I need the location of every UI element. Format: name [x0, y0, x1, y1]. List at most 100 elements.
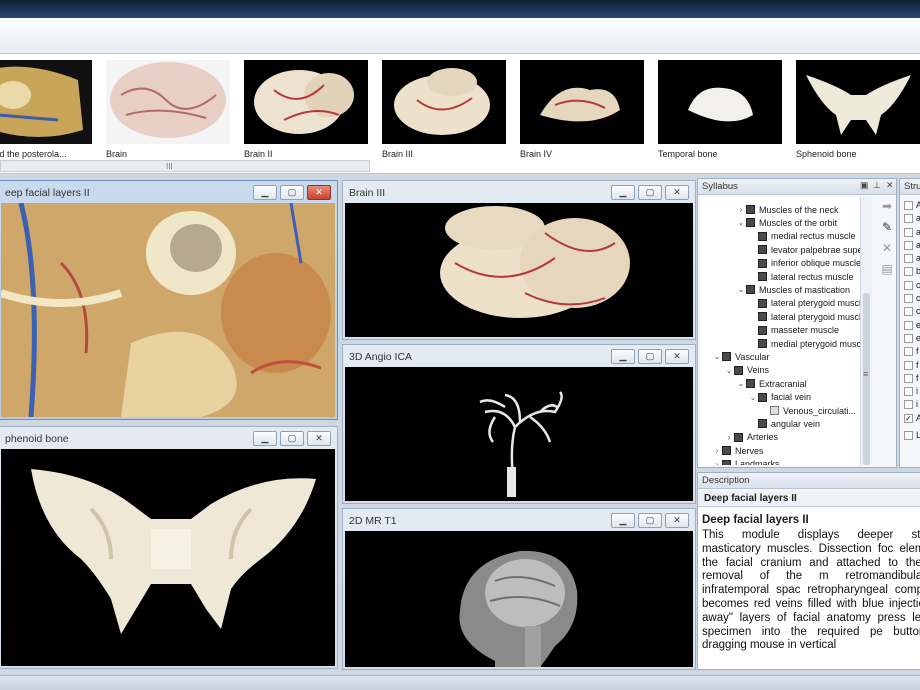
syllabus-tree[interactable]: › Muscles of the neck ⌄ Muscles of the orbi…	[700, 197, 872, 465]
close-button[interactable]: ✕	[665, 513, 689, 528]
chevron-down-icon[interactable]: ⌄	[736, 379, 746, 388]
viewer-image[interactable]	[345, 203, 693, 337]
structure-checkbox[interactable]	[904, 387, 913, 397]
tree-node[interactable]: › Arteries	[724, 431, 778, 444]
tree-node[interactable]: lateral rectus muscle	[748, 270, 854, 283]
tree-node[interactable]: ⌄ Veins	[724, 364, 769, 377]
structure-item[interactable]: A	[904, 200, 920, 214]
thumbnail-brain-ii[interactable]: Brain II	[244, 60, 368, 159]
viewer-image[interactable]	[345, 531, 693, 667]
panel-menu-icon[interactable]: ▣	[860, 180, 869, 191]
maximize-button[interactable]: ▢	[638, 513, 662, 528]
structure-item[interactable]: e	[904, 320, 920, 334]
structure-item[interactable]: f	[904, 360, 919, 374]
structure-item[interactable]: a	[904, 227, 920, 241]
thumbnail-temporal-bone[interactable]: Temporal bone	[658, 60, 782, 159]
structure-item[interactable]: ✓ A	[904, 413, 920, 431]
structure-checkbox[interactable]	[904, 307, 913, 317]
structure-checkbox[interactable]	[904, 333, 913, 343]
tree-node[interactable]: lateral pterygoid muscl...	[748, 310, 869, 323]
structure-item[interactable]: i	[904, 399, 918, 413]
minimize-button[interactable]: ▁	[611, 185, 635, 200]
thumbnail-brain[interactable]: Brain	[106, 60, 230, 159]
syllabus-scrollbar[interactable]: ≡	[860, 197, 872, 465]
tree-node[interactable]: › Landmarks	[712, 458, 780, 465]
tree-node[interactable]: levator palpebrae supe...	[748, 243, 870, 256]
maximize-button[interactable]: ▢	[280, 185, 304, 200]
thumbnail-brain-iii[interactable]: Brain III	[382, 60, 506, 159]
structure-item[interactable]: c	[904, 280, 920, 294]
structure-item[interactable]: i	[904, 386, 918, 400]
structure-item[interactable]: L	[904, 430, 920, 444]
thumbnail-scrollbar[interactable]: III	[0, 160, 370, 172]
close-button[interactable]: ✕	[665, 185, 689, 200]
pin-icon[interactable]: ⊥	[873, 180, 881, 191]
structure-checkbox[interactable]	[904, 280, 913, 290]
structure-checkbox[interactable]	[904, 373, 913, 383]
chevron-down-icon[interactable]: ⌄	[736, 218, 746, 227]
chevron-down-icon[interactable]: ⌄	[712, 352, 722, 361]
tree-node[interactable]: ⌄ Muscles of the orbit	[736, 216, 837, 229]
tree-node[interactable]: medial rectus muscle	[748, 230, 856, 243]
structure-checkbox[interactable]	[904, 227, 913, 237]
maximize-button[interactable]: ▢	[638, 185, 662, 200]
maximize-button[interactable]: ▢	[280, 431, 304, 446]
chevron-down-icon[interactable]: ⌄	[724, 366, 734, 375]
structure-checkbox[interactable]	[904, 214, 913, 224]
viewer-brain-iii[interactable]: Brain III ▁ ▢ ✕	[342, 180, 696, 340]
close-icon[interactable]: ✕	[886, 180, 894, 191]
structure-checkbox[interactable]	[904, 267, 913, 277]
tree-node[interactable]: medial pterygoid muscle	[748, 337, 868, 350]
tree-node[interactable]: masseter muscle	[748, 324, 839, 337]
structure-checkbox[interactable]	[904, 254, 913, 264]
tree-node[interactable]: ⌄ facial vein	[748, 391, 811, 404]
thumbnail-brain-iv[interactable]: Brain IV	[520, 60, 644, 159]
viewer-image[interactable]	[1, 203, 335, 417]
viewer-2d-mr-t1[interactable]: 2D MR T1 ▁ ▢ ✕	[342, 508, 696, 670]
structure-checkbox[interactable]	[904, 347, 913, 357]
chevron-right-icon[interactable]: ›	[736, 205, 746, 214]
structure-item[interactable]: e	[904, 333, 920, 347]
tree-node[interactable]: Venous_circulati...	[760, 404, 856, 417]
viewer-image[interactable]	[345, 367, 693, 501]
thumbnail-sphenoid-bone[interactable]: Sphenoid bone	[796, 60, 920, 159]
structure-checkbox[interactable]	[904, 431, 913, 441]
structure-item[interactable]: a	[904, 253, 920, 267]
tree-node[interactable]: › Nerves	[712, 444, 764, 457]
tree-node[interactable]: inferior oblique muscle	[748, 257, 861, 270]
erase-icon[interactable]: ✕	[879, 241, 895, 257]
structure-checkbox[interactable]	[904, 360, 913, 370]
close-button[interactable]: ✕	[307, 431, 331, 446]
tree-node[interactable]: ⌄ Muscles of mastication	[736, 283, 850, 296]
chevron-right-icon[interactable]: ›	[724, 433, 734, 442]
structure-item[interactable]: c	[904, 306, 920, 320]
minimize-button[interactable]: ▁	[253, 431, 277, 446]
scroll-grip[interactable]: III	[166, 162, 173, 171]
chevron-right-icon[interactable]: ›	[712, 460, 722, 465]
notes-icon[interactable]: ▤	[879, 262, 895, 278]
minimize-button[interactable]: ▁	[611, 513, 635, 528]
structure-checkbox[interactable]	[904, 320, 913, 330]
scroll-thumb[interactable]	[863, 293, 870, 465]
tree-node[interactable]: lateral pterygoid muscl...	[748, 297, 869, 310]
structure-checkbox[interactable]	[904, 240, 913, 250]
chevron-right-icon[interactable]: ›	[712, 446, 722, 455]
structure-item[interactable]: c	[904, 293, 920, 307]
thumbnail-fossa[interactable]: ossa and the posterola...	[0, 60, 92, 159]
close-button[interactable]: ✕	[665, 349, 689, 364]
tree-node[interactable]: angular vein	[748, 417, 820, 430]
maximize-button[interactable]: ▢	[638, 349, 662, 364]
viewer-3d-angio-ica[interactable]: 3D Angio ICA ▁ ▢ ✕	[342, 344, 696, 504]
tree-node[interactable]: ⌄ Vascular	[712, 350, 770, 363]
structure-item[interactable]: f	[904, 346, 919, 360]
structure-checkbox[interactable]	[904, 201, 913, 210]
tree-node[interactable]: › Muscles of the neck	[736, 203, 839, 216]
structure-checkbox[interactable]	[904, 400, 913, 410]
structure-item[interactable]: b	[904, 266, 920, 280]
close-button[interactable]: ✕	[307, 185, 331, 200]
structure-item[interactable]: a	[904, 213, 920, 227]
structure-checkbox[interactable]: ✓	[904, 413, 913, 423]
viewer-sphenoid-bone[interactable]: phenoid bone ▁ ▢ ✕	[0, 426, 338, 669]
viewer-deep-facial-layers[interactable]: eep facial layers II ▁ ▢ ✕	[0, 180, 338, 420]
structure-checkbox[interactable]	[904, 294, 913, 304]
